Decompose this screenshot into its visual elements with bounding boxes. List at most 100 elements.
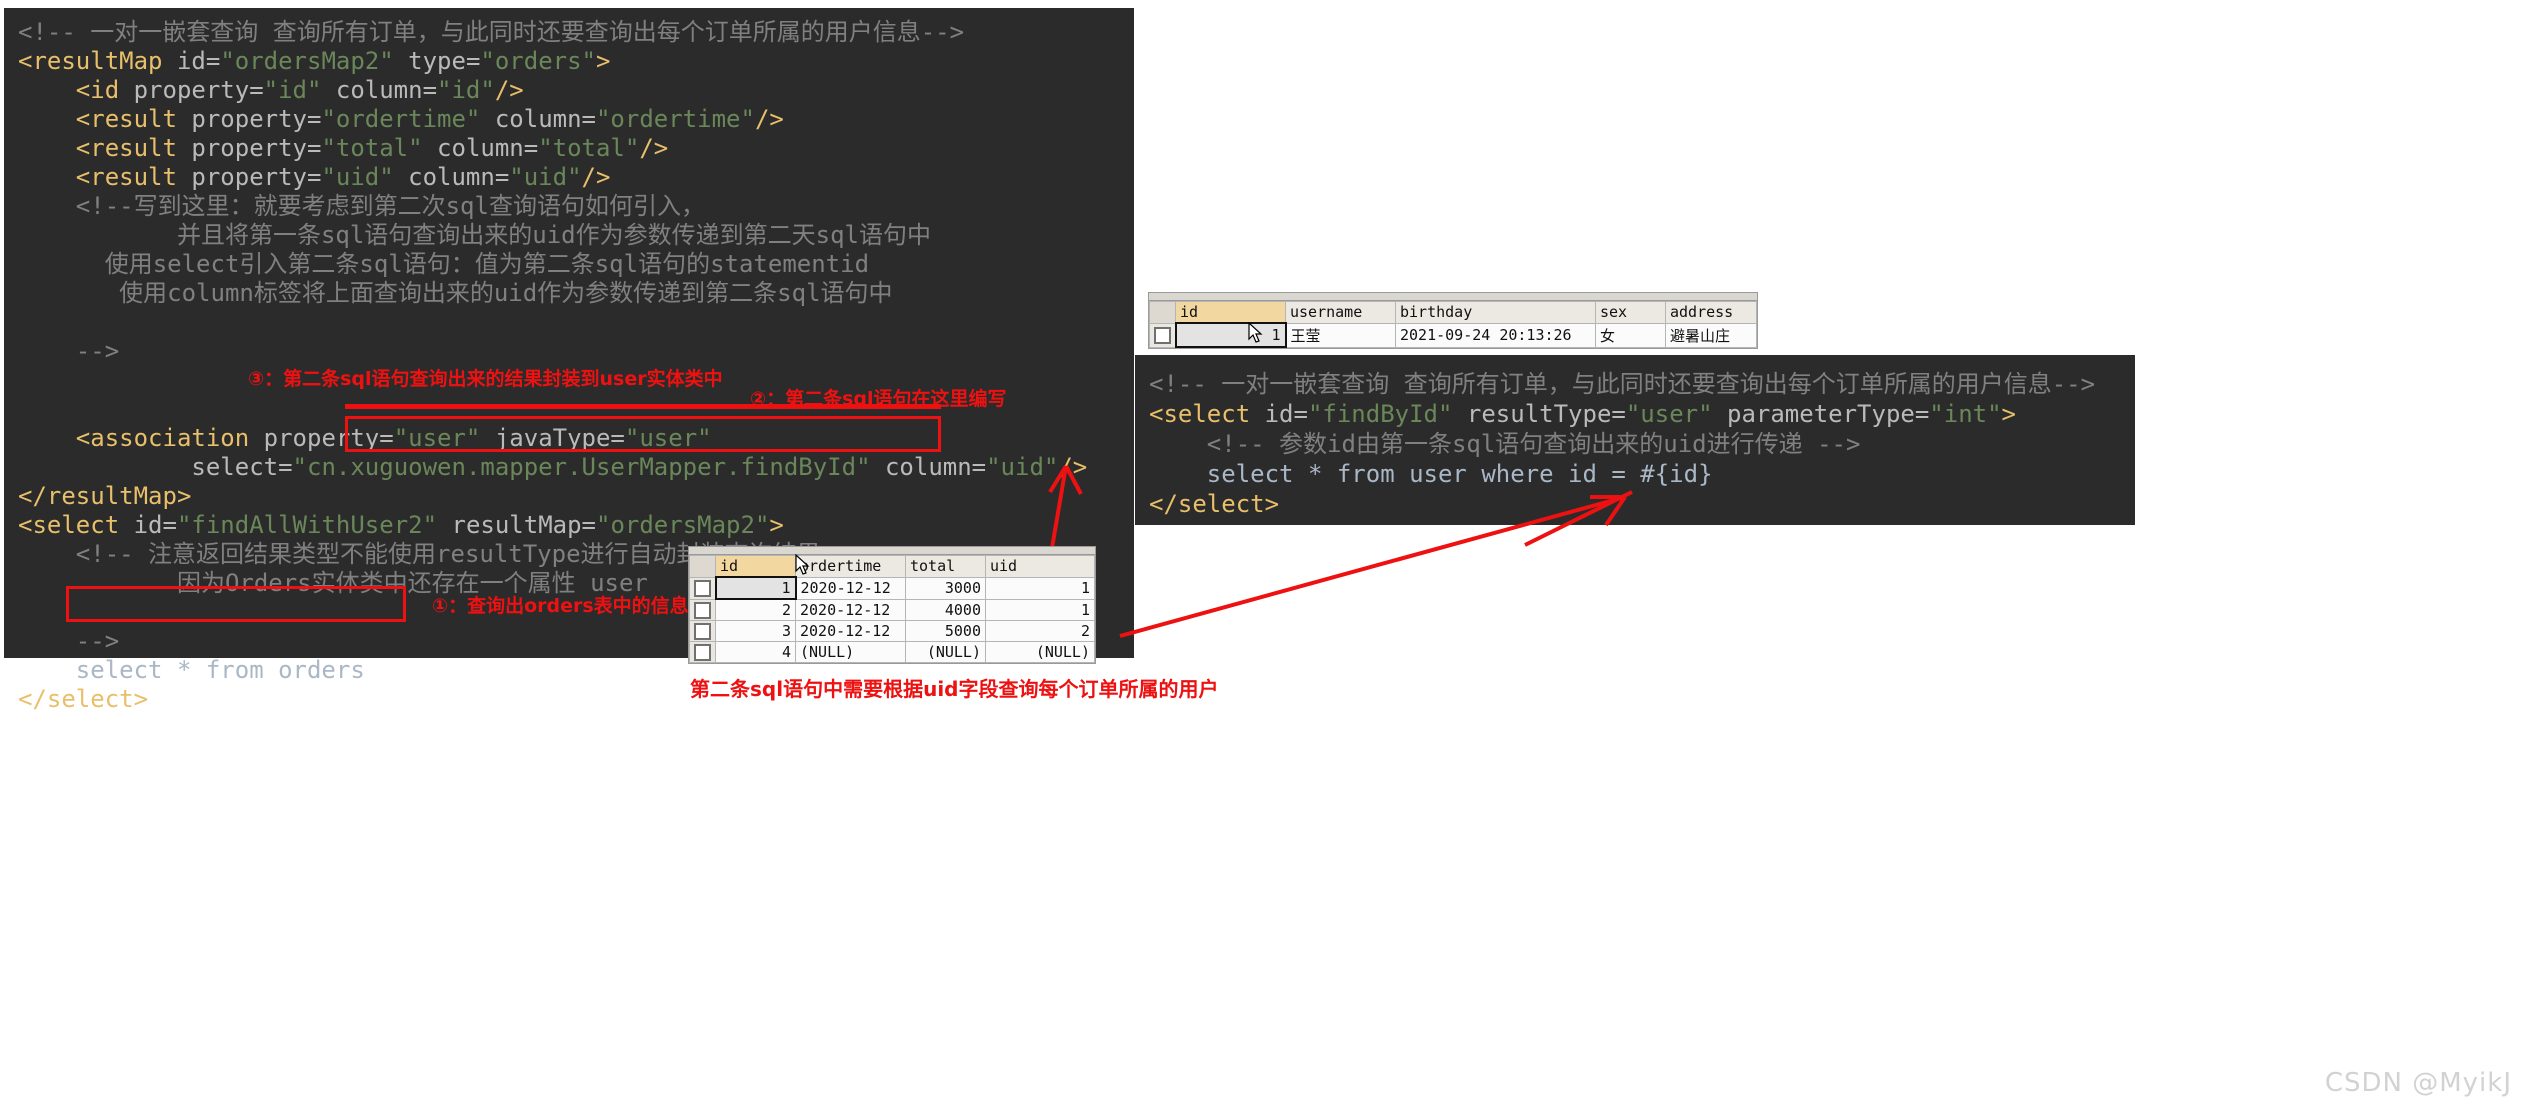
code-token: "user" — [393, 424, 481, 452]
orders-cell-uid[interactable]: (NULL) — [985, 641, 1095, 663]
code-token: <!-- 一对一嵌套查询 查询所有订单，与此同时还要查询出每个订单所属的用户信息… — [1149, 370, 2096, 398]
orders-grid-header-row: id ordertime total uid — [689, 555, 1095, 578]
code-token: /> — [639, 134, 669, 162]
code-token: column= — [321, 76, 438, 104]
orders-col-ordertime[interactable]: ordertime — [795, 555, 906, 578]
code-token: <!-- 参数id由第一条sql语句查询出来的uid进行传递 --> — [1149, 430, 1861, 458]
code-token: "ordertime" — [321, 105, 481, 133]
user-col-sex[interactable]: sex — [1595, 301, 1666, 324]
user-col-id[interactable]: id — [1175, 301, 1286, 324]
orders-cell-total[interactable]: 5000 — [905, 620, 986, 642]
user-col-address[interactable]: address — [1665, 301, 1757, 324]
code-token: "uid" — [321, 163, 394, 191]
code-line: 使用select引入第二条sql语句：值为第二条sql语句的statementi… — [4, 250, 1134, 279]
orders-cell-ordertime[interactable]: 2020-12-12 — [795, 576, 906, 600]
code-token: resultType= — [1452, 400, 1626, 428]
user-cell-sex[interactable]: 女 — [1595, 322, 1666, 348]
orders-cell-id[interactable]: 2 — [715, 598, 796, 621]
orders-cell-uid[interactable]: 2 — [985, 620, 1095, 642]
orders-cell-total[interactable]: (NULL) — [905, 641, 986, 663]
orders-cell-ordertime[interactable]: 2020-12-12 — [795, 598, 906, 621]
code-token: select= — [18, 453, 293, 481]
code-line: </select> — [1135, 489, 2135, 519]
code-token: "user" — [624, 424, 712, 452]
orders-grid-corner[interactable] — [689, 555, 716, 578]
checkbox-icon[interactable] — [694, 601, 711, 619]
user-result-grid[interactable]: id username birthday sex address 1 王莹 20… — [1148, 292, 1758, 349]
code-token: javaType= — [480, 424, 625, 452]
user-cell-birthday[interactable]: 2021-09-24 20:13:26 — [1395, 322, 1596, 348]
user-cell-username[interactable]: 王莹 — [1285, 322, 1396, 348]
code-line: <result property="total" column="total"/… — [4, 134, 1134, 163]
orders-cell-uid[interactable]: 1 — [985, 598, 1095, 621]
code-token: 并且将第一条sql语句查询出来的uid作为参数传递到第二天sql语句中 — [18, 221, 931, 249]
orders-col-id[interactable]: id — [715, 555, 796, 578]
orders-cell-id[interactable]: 4 — [715, 641, 796, 663]
orders-grid-toolbar — [689, 547, 1095, 555]
orders-row-checkbox-cell[interactable] — [689, 641, 716, 663]
code-token: <!-- 一对一嵌套查询 查询所有订单，与此同时还要查询出每个订单所属的用户信息… — [18, 18, 965, 46]
code-token: <!--写到这里：就要考虑到第二次sql查询语句如何引入， — [18, 192, 705, 220]
code-token: <result — [18, 134, 192, 162]
user-cell-address[interactable]: 避暑山庄 — [1665, 322, 1757, 348]
code-token: /> — [1058, 453, 1088, 481]
code-token: > — [2001, 400, 2016, 428]
orders-row-checkbox-cell[interactable] — [689, 620, 716, 642]
code-token: id= — [1264, 400, 1308, 428]
orders-cell-id[interactable]: 1 — [714, 576, 797, 600]
checkbox-icon[interactable] — [693, 580, 711, 597]
checkbox-icon[interactable] — [694, 644, 711, 661]
code-token: <resultMap — [18, 47, 177, 75]
code-token: property= — [263, 424, 394, 452]
code-token: "total" — [538, 134, 640, 162]
checkbox-icon[interactable] — [694, 623, 711, 640]
code-token: "orders" — [480, 47, 596, 75]
code-token: /> — [754, 105, 784, 133]
user-cell-id[interactable]: 1 — [1174, 322, 1287, 348]
code-line: select * from user where id = #{id} — [1135, 459, 2135, 489]
code-token: column= — [480, 105, 596, 133]
code-token: <id — [18, 76, 134, 104]
code-token: "findById" — [1307, 400, 1453, 428]
code-token: <result — [18, 105, 192, 133]
code-token: <select — [1149, 400, 1265, 428]
code-token: property= — [133, 76, 264, 104]
orders-cell-total[interactable]: 4000 — [905, 598, 986, 621]
annotation-note-1: ①：查询出orders表中的信息 — [432, 595, 689, 617]
table-row[interactable]: 1 2020-12-12 3000 1 — [689, 576, 1095, 600]
orders-col-uid[interactable]: uid — [985, 555, 1095, 578]
code-line: <result property="uid" column="uid"/> — [4, 163, 1134, 192]
checkbox-icon[interactable] — [1153, 327, 1171, 344]
orders-cell-uid[interactable]: 1 — [985, 576, 1095, 600]
code-line: <result property="ordertime" column="ord… — [4, 105, 1134, 134]
orders-cell-ordertime[interactable]: 2020-12-12 — [795, 620, 906, 642]
user-col-username[interactable]: username — [1285, 301, 1396, 324]
user-col-birthday[interactable]: birthday — [1395, 301, 1596, 324]
annotation-note-3: ③：第二条sql语句查询出来的结果封装到user实体类中 — [248, 368, 723, 390]
orders-row-checkbox-cell[interactable] — [689, 576, 716, 600]
orders-cell-total[interactable]: 3000 — [905, 576, 986, 600]
code-token: column= — [393, 163, 510, 191]
right-code-editor[interactable]: <!-- 一对一嵌套查询 查询所有订单，与此同时还要查询出每个订单所属的用户信息… — [1135, 355, 2135, 525]
code-line: <!--写到这里：就要考虑到第二次sql查询语句如何引入， — [4, 192, 1134, 221]
code-token: id= — [133, 511, 177, 539]
code-token: "user" — [1625, 400, 1713, 428]
table-row[interactable]: 3 2020-12-12 5000 2 — [689, 620, 1095, 642]
annotation-note-2: ②：第二条sql语句在这里编写 — [750, 388, 1007, 410]
table-row[interactable]: 2 2020-12-12 4000 1 — [689, 598, 1095, 621]
code-token: property= — [191, 163, 322, 191]
code-line: </resultMap> — [4, 482, 1134, 511]
user-row-checkbox-cell[interactable] — [1149, 322, 1176, 348]
orders-cell-id[interactable]: 3 — [715, 620, 796, 642]
code-line: <!-- 一对一嵌套查询 查询所有订单，与此同时还要查询出每个订单所属的用户信息… — [1135, 369, 2135, 399]
code-token: <association — [18, 424, 264, 452]
orders-cell-ordertime[interactable]: (NULL) — [795, 641, 906, 663]
table-row[interactable]: 4 (NULL) (NULL) (NULL) — [689, 641, 1095, 663]
orders-row-checkbox-cell[interactable] — [689, 598, 716, 621]
code-token: </select> — [1149, 490, 1280, 518]
user-grid-corner[interactable] — [1149, 301, 1176, 324]
orders-col-total[interactable]: total — [905, 555, 986, 578]
table-row[interactable]: 1 王莹 2021-09-24 20:13:26 女 避暑山庄 — [1149, 322, 1757, 348]
code-line: <select id="findById" resultType="user" … — [1135, 399, 2135, 429]
orders-result-grid[interactable]: id ordertime total uid 1 2020-12-12 3000… — [688, 546, 1096, 664]
